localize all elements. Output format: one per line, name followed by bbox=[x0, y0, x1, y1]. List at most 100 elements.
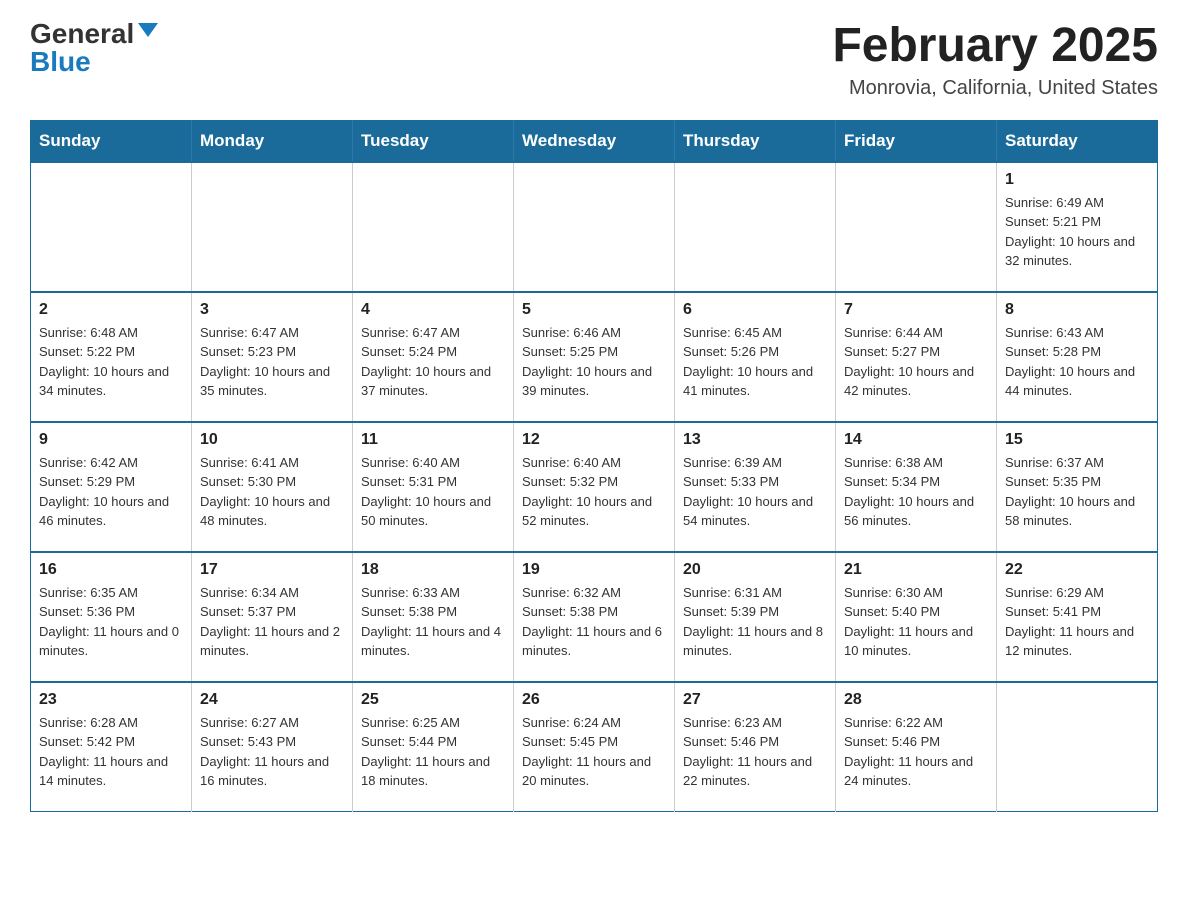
calendar-cell: 21 Sunrise: 6:30 AM Sunset: 5:40 PM Dayli… bbox=[836, 552, 997, 682]
calendar-cell: 13Sunrise: 6:39 AM Sunset: 5:33 PM Dayli… bbox=[675, 422, 836, 552]
calendar-cell: 4 Sunrise: 6:47 AM Sunset: 5:24 PM Daylig… bbox=[353, 292, 514, 422]
day-info: Sunrise: 6:31 AM Sunset: 5:39 PM Dayligh… bbox=[683, 583, 827, 661]
calendar-cell bbox=[836, 162, 997, 292]
calendar-cell: 6 Sunrise: 6:45 AM Sunset: 5:26 PM Daylig… bbox=[675, 292, 836, 422]
day-number: 10 bbox=[200, 431, 344, 449]
day-info: Sunrise: 6:48 AM Sunset: 5:22 PM Dayligh… bbox=[39, 323, 183, 401]
calendar-cell bbox=[31, 162, 192, 292]
calendar-header: SundayMondayTuesdayWednesdayThursdayFrid… bbox=[31, 120, 1158, 162]
day-of-week-thursday: Thursday bbox=[675, 120, 836, 162]
calendar-cell: 16Sunrise: 6:35 AM Sunset: 5:36 PM Dayli… bbox=[31, 552, 192, 682]
day-number: 15 bbox=[1005, 431, 1149, 449]
day-info: Sunrise: 6:33 AM Sunset: 5:38 PM Dayligh… bbox=[361, 583, 505, 661]
day-number: 18 bbox=[361, 561, 505, 579]
day-number: 11 bbox=[361, 431, 505, 449]
day-number: 1 bbox=[1005, 171, 1149, 189]
day-info: Sunrise: 6:41 AM Sunset: 5:30 PM Dayligh… bbox=[200, 453, 344, 531]
calendar-cell: 19Sunrise: 6:32 AM Sunset: 5:38 PM Dayli… bbox=[514, 552, 675, 682]
calendar-cell bbox=[353, 162, 514, 292]
calendar-cell: 26Sunrise: 6:24 AM Sunset: 5:45 PM Dayli… bbox=[514, 682, 675, 812]
logo-general: General bbox=[30, 20, 134, 48]
calendar-cell: 18 Sunrise: 6:33 AM Sunset: 5:38 PM Dayli… bbox=[353, 552, 514, 682]
day-of-week-wednesday: Wednesday bbox=[514, 120, 675, 162]
day-info: Sunrise: 6:32 AM Sunset: 5:38 PM Dayligh… bbox=[522, 583, 666, 661]
day-info: Sunrise: 6:30 AM Sunset: 5:40 PM Dayligh… bbox=[844, 583, 988, 661]
calendar-cell: 11 Sunrise: 6:40 AM Sunset: 5:31 PM Dayli… bbox=[353, 422, 514, 552]
month-title: February 2025 bbox=[832, 20, 1158, 73]
calendar-cell: 2 Sunrise: 6:48 AM Sunset: 5:22 PM Daylig… bbox=[31, 292, 192, 422]
day-number: 14 bbox=[844, 431, 988, 449]
logo-arrow-icon bbox=[138, 23, 158, 37]
page-header: General Blue February 2025 Monrovia, Cal… bbox=[30, 20, 1158, 100]
day-info: Sunrise: 6:37 AM Sunset: 5:35 PM Dayligh… bbox=[1005, 453, 1149, 531]
day-number: 5 bbox=[522, 301, 666, 319]
day-number: 22 bbox=[1005, 561, 1149, 579]
calendar-cell: 5 Sunrise: 6:46 AM Sunset: 5:25 PM Daylig… bbox=[514, 292, 675, 422]
day-info: Sunrise: 6:43 AM Sunset: 5:28 PM Dayligh… bbox=[1005, 323, 1149, 401]
day-number: 8 bbox=[1005, 301, 1149, 319]
calendar-cell: 25 Sunrise: 6:25 AM Sunset: 5:44 PM Dayli… bbox=[353, 682, 514, 812]
day-number: 7 bbox=[844, 301, 988, 319]
day-info: Sunrise: 6:47 AM Sunset: 5:23 PM Dayligh… bbox=[200, 323, 344, 401]
day-number: 4 bbox=[361, 301, 505, 319]
calendar-cell: 10 Sunrise: 6:41 AM Sunset: 5:30 PM Dayli… bbox=[192, 422, 353, 552]
day-number: 6 bbox=[683, 301, 827, 319]
calendar-cell: 28Sunrise: 6:22 AM Sunset: 5:46 PM Dayli… bbox=[836, 682, 997, 812]
calendar-cell: 20 Sunrise: 6:31 AM Sunset: 5:39 PM Dayli… bbox=[675, 552, 836, 682]
day-info: Sunrise: 6:24 AM Sunset: 5:45 PM Dayligh… bbox=[522, 713, 666, 791]
day-number: 2 bbox=[39, 301, 183, 319]
title-area: February 2025 Monrovia, California, Unit… bbox=[832, 20, 1158, 100]
day-info: Sunrise: 6:23 AM Sunset: 5:46 PM Dayligh… bbox=[683, 713, 827, 791]
day-number: 9 bbox=[39, 431, 183, 449]
day-number: 21 bbox=[844, 561, 988, 579]
location: Monrovia, California, United States bbox=[832, 77, 1158, 100]
day-of-week-friday: Friday bbox=[836, 120, 997, 162]
day-info: Sunrise: 6:35 AM Sunset: 5:36 PM Dayligh… bbox=[39, 583, 183, 661]
calendar-body: 1Sunrise: 6:49 AM Sunset: 5:21 PM Daylig… bbox=[31, 162, 1158, 812]
day-info: Sunrise: 6:45 AM Sunset: 5:26 PM Dayligh… bbox=[683, 323, 827, 401]
day-number: 28 bbox=[844, 691, 988, 709]
calendar-cell: 24Sunrise: 6:27 AM Sunset: 5:43 PM Dayli… bbox=[192, 682, 353, 812]
day-of-week-saturday: Saturday bbox=[997, 120, 1158, 162]
calendar-cell: 23Sunrise: 6:28 AM Sunset: 5:42 PM Dayli… bbox=[31, 682, 192, 812]
day-number: 25 bbox=[361, 691, 505, 709]
day-of-week-sunday: Sunday bbox=[31, 120, 192, 162]
day-info: Sunrise: 6:34 AM Sunset: 5:37 PM Dayligh… bbox=[200, 583, 344, 661]
calendar-cell: 12Sunrise: 6:40 AM Sunset: 5:32 PM Dayli… bbox=[514, 422, 675, 552]
day-info: Sunrise: 6:42 AM Sunset: 5:29 PM Dayligh… bbox=[39, 453, 183, 531]
day-number: 27 bbox=[683, 691, 827, 709]
calendar-cell bbox=[192, 162, 353, 292]
logo: General Blue bbox=[30, 20, 158, 76]
calendar-cell: 27 Sunrise: 6:23 AM Sunset: 5:46 PM Dayli… bbox=[675, 682, 836, 812]
week-row-3: 9 Sunrise: 6:42 AM Sunset: 5:29 PM Daylig… bbox=[31, 422, 1158, 552]
calendar-cell: 17Sunrise: 6:34 AM Sunset: 5:37 PM Dayli… bbox=[192, 552, 353, 682]
calendar-cell: 15 Sunrise: 6:37 AM Sunset: 5:35 PM Dayli… bbox=[997, 422, 1158, 552]
day-info: Sunrise: 6:40 AM Sunset: 5:31 PM Dayligh… bbox=[361, 453, 505, 531]
day-info: Sunrise: 6:28 AM Sunset: 5:42 PM Dayligh… bbox=[39, 713, 183, 791]
calendar-cell: 8 Sunrise: 6:43 AM Sunset: 5:28 PM Daylig… bbox=[997, 292, 1158, 422]
day-info: Sunrise: 6:44 AM Sunset: 5:27 PM Dayligh… bbox=[844, 323, 988, 401]
week-row-1: 1Sunrise: 6:49 AM Sunset: 5:21 PM Daylig… bbox=[31, 162, 1158, 292]
calendar-cell: 1Sunrise: 6:49 AM Sunset: 5:21 PM Daylig… bbox=[997, 162, 1158, 292]
calendar-table: SundayMondayTuesdayWednesdayThursdayFrid… bbox=[30, 120, 1158, 813]
day-info: Sunrise: 6:29 AM Sunset: 5:41 PM Dayligh… bbox=[1005, 583, 1149, 661]
calendar-cell: 22 Sunrise: 6:29 AM Sunset: 5:41 PM Dayli… bbox=[997, 552, 1158, 682]
day-info: Sunrise: 6:39 AM Sunset: 5:33 PM Dayligh… bbox=[683, 453, 827, 531]
day-number: 20 bbox=[683, 561, 827, 579]
day-info: Sunrise: 6:47 AM Sunset: 5:24 PM Dayligh… bbox=[361, 323, 505, 401]
day-number: 12 bbox=[522, 431, 666, 449]
week-row-4: 16Sunrise: 6:35 AM Sunset: 5:36 PM Dayli… bbox=[31, 552, 1158, 682]
calendar-cell: 3 Sunrise: 6:47 AM Sunset: 5:23 PM Daylig… bbox=[192, 292, 353, 422]
day-of-week-monday: Monday bbox=[192, 120, 353, 162]
calendar-cell: 9 Sunrise: 6:42 AM Sunset: 5:29 PM Daylig… bbox=[31, 422, 192, 552]
day-number: 3 bbox=[200, 301, 344, 319]
calendar-cell: 14 Sunrise: 6:38 AM Sunset: 5:34 PM Dayli… bbox=[836, 422, 997, 552]
day-info: Sunrise: 6:38 AM Sunset: 5:34 PM Dayligh… bbox=[844, 453, 988, 531]
day-info: Sunrise: 6:25 AM Sunset: 5:44 PM Dayligh… bbox=[361, 713, 505, 791]
day-of-week-tuesday: Tuesday bbox=[353, 120, 514, 162]
calendar-cell: 7 Sunrise: 6:44 AM Sunset: 5:27 PM Daylig… bbox=[836, 292, 997, 422]
week-row-2: 2 Sunrise: 6:48 AM Sunset: 5:22 PM Daylig… bbox=[31, 292, 1158, 422]
calendar-cell bbox=[675, 162, 836, 292]
day-info: Sunrise: 6:46 AM Sunset: 5:25 PM Dayligh… bbox=[522, 323, 666, 401]
calendar-cell bbox=[997, 682, 1158, 812]
